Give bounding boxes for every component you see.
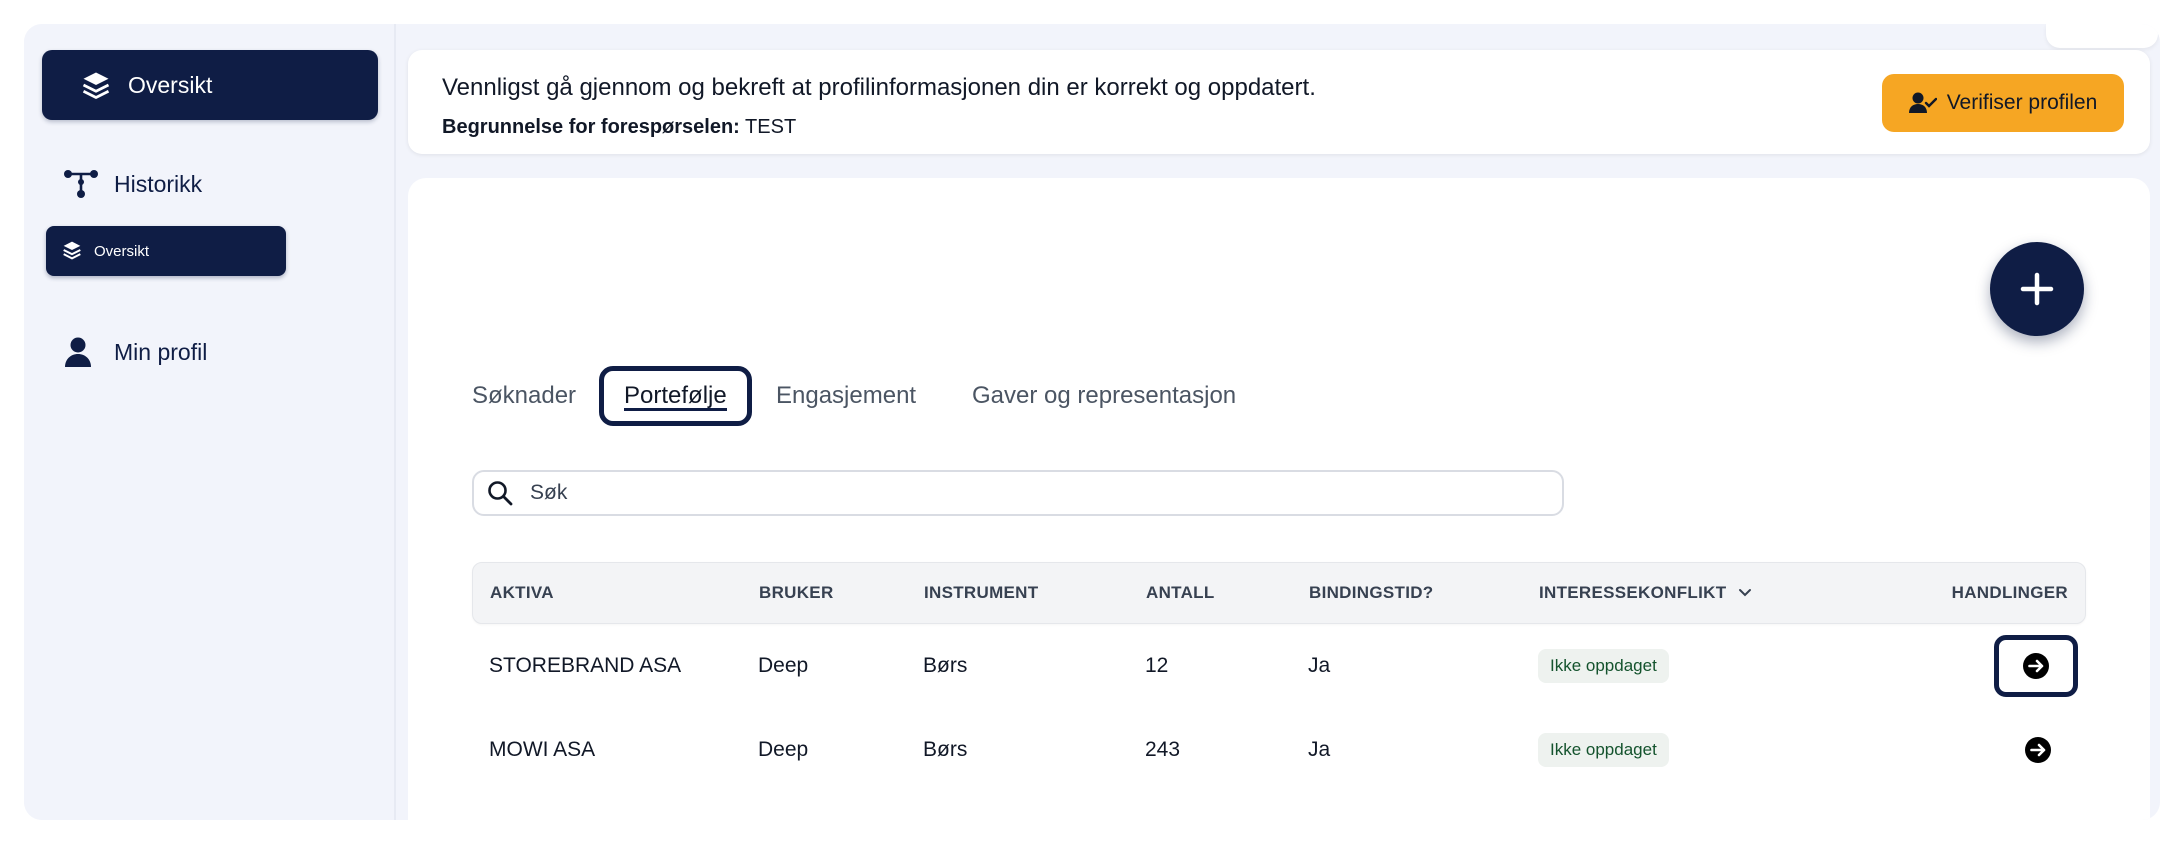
tab-label: Søknader <box>472 382 577 409</box>
verify-profile-label: Verifiser profilen <box>1946 91 2098 114</box>
verify-profile-button[interactable]: Verifiser profilen <box>1882 74 2124 132</box>
portfolio-table: AKTIVA BRUKER INSTRUMENT ANTALL BINDINGS… <box>472 562 2086 792</box>
cell-aktiva: MOWI ASA <box>489 738 596 761</box>
column-header-bruker: BRUKER <box>759 583 834 602</box>
arrow-right-circle-icon <box>2023 653 2049 679</box>
cell-bindingstid: Ja <box>1308 654 1331 677</box>
cell-bindingstid: Ja <box>1308 738 1331 761</box>
sidebar-item-label: Historikk <box>114 170 203 197</box>
search-input[interactable] <box>530 481 1530 505</box>
person-icon <box>62 335 94 369</box>
tab-active-indicator <box>624 408 727 411</box>
cell-instrument: Børs <box>923 654 968 677</box>
verify-banner: Vennligst gå gjennom og bekreft at profi… <box>408 50 2150 154</box>
cell-instrument: Børs <box>923 738 968 761</box>
sidebar-item-label: Min profil <box>114 338 208 365</box>
table-header: AKTIVA BRUKER INSTRUMENT ANTALL BINDINGS… <box>472 562 2086 624</box>
tab-gaver-og-representasjon[interactable]: Gaver og representasjon <box>972 366 1236 426</box>
plus-icon <box>2020 272 2054 306</box>
cell-handlinger <box>2016 708 2060 792</box>
sidebar-item-label: Oversikt <box>128 71 213 98</box>
banner-message: Vennligst gå gjennom og bekreft at profi… <box>442 74 1316 101</box>
cell-handlinger <box>1994 624 2078 708</box>
tab-label: Portefølje <box>624 382 727 409</box>
add-button[interactable] <box>1990 242 2084 336</box>
chevron-down-icon <box>1739 589 1752 597</box>
reason-label: Begrunnelse for forespørselen: <box>442 116 740 138</box>
column-header-interessekonflikt[interactable]: INTERESSEKONFLIKT <box>1539 563 1756 623</box>
search-box <box>472 470 1564 516</box>
main-card: Søknader Portefølje Engasjement Gaver og… <box>408 178 2150 820</box>
cell-aktiva: STOREBRAND ASA <box>489 654 682 677</box>
column-header-bindingstid: BINDINGSTID? <box>1309 583 1434 602</box>
cell-bruker: Deep <box>758 738 809 761</box>
cell-interessekonflikt: Ikke oppdaget <box>1538 708 1669 792</box>
open-row-button[interactable] <box>2016 728 2060 772</box>
cell-antall: 243 <box>1145 738 1181 761</box>
search-icon <box>486 479 514 507</box>
column-header-label: INTERESSEKONFLIKT <box>1539 583 1727 602</box>
sidebar-item-historikk[interactable]: Historikk <box>62 162 202 206</box>
column-header-handlinger: HANDLINGER <box>1951 583 2068 602</box>
sidebar-item-oversikt[interactable]: Oversikt <box>42 50 378 120</box>
column-header-instrument: INSTRUMENT <box>924 583 1039 602</box>
cell-antall: 12 <box>1145 654 1169 677</box>
column-header-antall: ANTALL <box>1146 583 1215 602</box>
user-check-icon <box>1908 91 1937 115</box>
status-badge: Ikke oppdaget <box>1538 649 1669 683</box>
layers-icon <box>80 69 112 101</box>
cell-bruker: Deep <box>758 654 809 677</box>
sidebar: Oversikt Historikk Oversikt Min profil <box>24 24 396 820</box>
open-row-button[interactable] <box>1994 635 2078 697</box>
cell-interessekonflikt: Ikke oppdaget <box>1538 624 1669 708</box>
tab-label: Engasjement <box>776 382 917 409</box>
reason-value: TEST <box>745 116 797 138</box>
table-row: MOWI ASA Deep Børs 243 Ja Ikke oppdaget <box>472 708 2086 792</box>
status-badge: Ikke oppdaget <box>1538 733 1669 767</box>
flow-icon <box>62 167 100 201</box>
tab-soknader[interactable]: Søknader <box>472 366 576 426</box>
tab-label: Gaver og representasjon <box>972 382 1237 409</box>
sidebar-tooltip: Oversikt <box>46 226 286 276</box>
tooltip-label: Oversikt <box>94 242 150 260</box>
table-row: STOREBRAND ASA Deep Børs 12 Ja Ikke oppd… <box>472 624 2086 708</box>
top-control-edge <box>2046 24 2158 48</box>
tab-portefolje[interactable]: Portefølje <box>599 366 752 426</box>
banner-reason: Begrunnelse for forespørselen: TEST <box>442 116 796 139</box>
tab-engasjement[interactable]: Engasjement <box>776 366 916 426</box>
sidebar-item-min-profil[interactable]: Min profil <box>62 330 207 374</box>
layers-icon <box>62 240 84 262</box>
arrow-right-circle-icon <box>2025 737 2051 763</box>
column-header-aktiva: AKTIVA <box>490 583 554 602</box>
app-frame: Oversikt Historikk Oversikt Min profil V… <box>24 24 2160 820</box>
